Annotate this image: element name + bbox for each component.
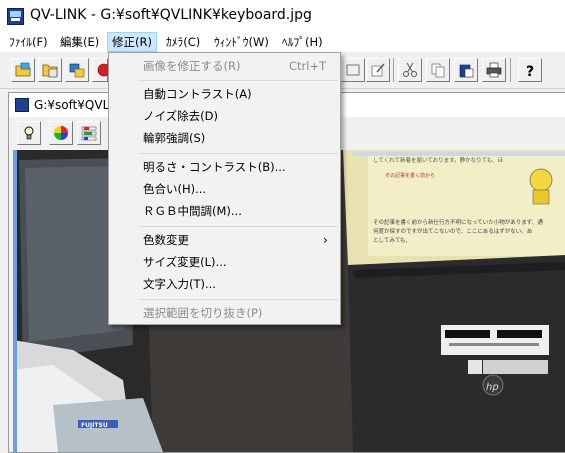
menu-item-label: 輪郭強調(S) — [143, 131, 206, 145]
menu-modify[interactable]: 修正(R) — [107, 32, 157, 52]
screen-text-line-4: 何度か探すのですが出てこないので、ここにあるはずがない。あ — [373, 227, 532, 235]
menu-item-label: 文字入力(T)... — [143, 277, 216, 291]
menu-separator — [139, 80, 338, 81]
child-window-title: G:¥soft¥QVLI — [34, 98, 113, 112]
color-wheel-icon — [54, 126, 68, 140]
menu-item-brightness-contrast[interactable]: 明るさ・コントラスト(B)... — [109, 156, 340, 178]
app-icon[interactable] — [7, 8, 24, 25]
menu-edit[interactable]: 編集(E) — [56, 33, 103, 51]
stamp-button[interactable] — [341, 58, 365, 82]
menu-window[interactable]: ｳｨﾝﾄﾞｳ(W) — [210, 33, 273, 51]
menu-item-label: ノイズ除去(D) — [143, 109, 218, 123]
toolbar-separator — [510, 58, 511, 82]
screen-text-line-1: してくれて新着を届いております。静かなりても、ほ — [373, 156, 504, 164]
regulatory-sticker — [483, 360, 548, 374]
hp-logo-text: hp — [486, 382, 499, 393]
menu-item-label: サイズ変更(L)... — [143, 255, 227, 269]
screen-text-line-3: その記事を書く前から新仕行方不明になっていた小物がありまず、通 — [373, 218, 543, 226]
rgb-sliders-icon — [81, 126, 97, 141]
printer-icon — [486, 62, 502, 78]
help-button[interactable]: ? — [518, 58, 542, 82]
brightness-button[interactable] — [17, 121, 41, 145]
folder-image-button[interactable] — [38, 58, 62, 82]
rgb-button[interactable] — [77, 121, 101, 145]
title-bar: QV-LINK - G:¥soft¥QVLINK¥keyboard.jpg — [0, 0, 565, 32]
menu-item-label: 自動コントラスト(A) — [143, 87, 252, 101]
paste-button[interactable] — [454, 58, 478, 82]
open-button[interactable] — [11, 58, 35, 82]
image-list-button[interactable] — [65, 58, 89, 82]
hp-label-sticker — [441, 325, 549, 355]
child-window-icon[interactable] — [15, 98, 29, 112]
lightbulb-icon — [24, 126, 34, 140]
paste-icon — [459, 64, 474, 78]
screen-text-line-5: としてみても、 — [373, 237, 411, 244]
menu-item-label: ＲＧＢ中間調(M)... — [143, 204, 242, 218]
print-button[interactable] — [482, 58, 506, 82]
menu-item-auto-contrast[interactable]: 自動コントラスト(A) — [109, 83, 340, 105]
copy-button[interactable] — [426, 58, 450, 82]
color-button[interactable] — [49, 121, 73, 145]
menu-separator — [139, 153, 338, 154]
menu-item-resize[interactable]: サイズ変更(L)... — [109, 251, 340, 273]
screen-text-line-2: その記事を書く前から — [385, 172, 435, 179]
help-icon: ? — [526, 64, 534, 78]
edit-note-button[interactable] — [366, 58, 390, 82]
image-list-icon — [69, 63, 85, 78]
menu-item-hue[interactable]: 色合い(H)... — [109, 178, 340, 200]
menu-item-rgb-midtone[interactable]: ＲＧＢ中間調(M)... — [109, 200, 340, 222]
menu-item-label: 画像を修正する(R) — [143, 59, 241, 73]
open-folder-icon — [15, 62, 31, 77]
menu-item-modify-image[interactable]: 画像を修正する(R) Ctrl+T — [109, 55, 340, 77]
svg-text:?: ? — [526, 64, 534, 78]
menu-item-crop-selection[interactable]: 選択範囲を切り抜き(P) — [109, 302, 340, 324]
copy-icon — [431, 63, 445, 78]
menu-file[interactable]: ﾌｧｲﾙ(F) — [5, 33, 52, 51]
folder-image-icon — [42, 64, 58, 78]
menu-item-text-input[interactable]: 文字入力(T)... — [109, 273, 340, 295]
window-title: QV-LINK - G:¥soft¥QVLINK¥keyboard.jpg — [30, 7, 312, 23]
toolbar-separator — [393, 58, 394, 82]
menu-camera[interactable]: ｶﾒﾗ(C) — [162, 33, 204, 51]
menu-bar: ﾌｧｲﾙ(F) 編集(E) 修正(R) ｶﾒﾗ(C) ｳｨﾝﾄﾞｳ(W) ﾍﾙﾌ… — [0, 31, 565, 52]
menu-item-label: 色数変更 — [143, 233, 189, 247]
modify-menu-dropdown: 画像を修正する(R) Ctrl+T 自動コントラスト(A) ノイズ除去(D) 輪… — [108, 52, 341, 325]
menu-item-label: 選択範囲を切り抜き(P) — [143, 306, 263, 320]
scissors-icon — [403, 62, 417, 77]
menu-item-sharpen[interactable]: 輪郭強調(S) — [109, 127, 340, 149]
menu-item-color-depth[interactable]: 色数変更 › — [109, 229, 340, 251]
edit-note-icon — [371, 63, 385, 77]
menu-item-label: 明るさ・コントラスト(B)... — [143, 160, 286, 174]
stamp-icon — [346, 64, 360, 76]
cut-button[interactable] — [398, 58, 422, 82]
keyboard-brand: FUJITSU — [81, 422, 108, 429]
menu-separator — [139, 226, 338, 227]
record-button[interactable] — [92, 58, 111, 82]
menu-item-noise-removal[interactable]: ノイズ除去(D) — [109, 105, 340, 127]
menu-item-label: 色合い(H)... — [143, 182, 207, 196]
menu-separator — [139, 299, 338, 300]
menu-item-shortcut: Ctrl+T — [289, 59, 327, 73]
menu-help[interactable]: ﾍﾙﾌﾟ(H) — [278, 33, 327, 51]
submenu-arrow-icon: › — [323, 233, 328, 247]
